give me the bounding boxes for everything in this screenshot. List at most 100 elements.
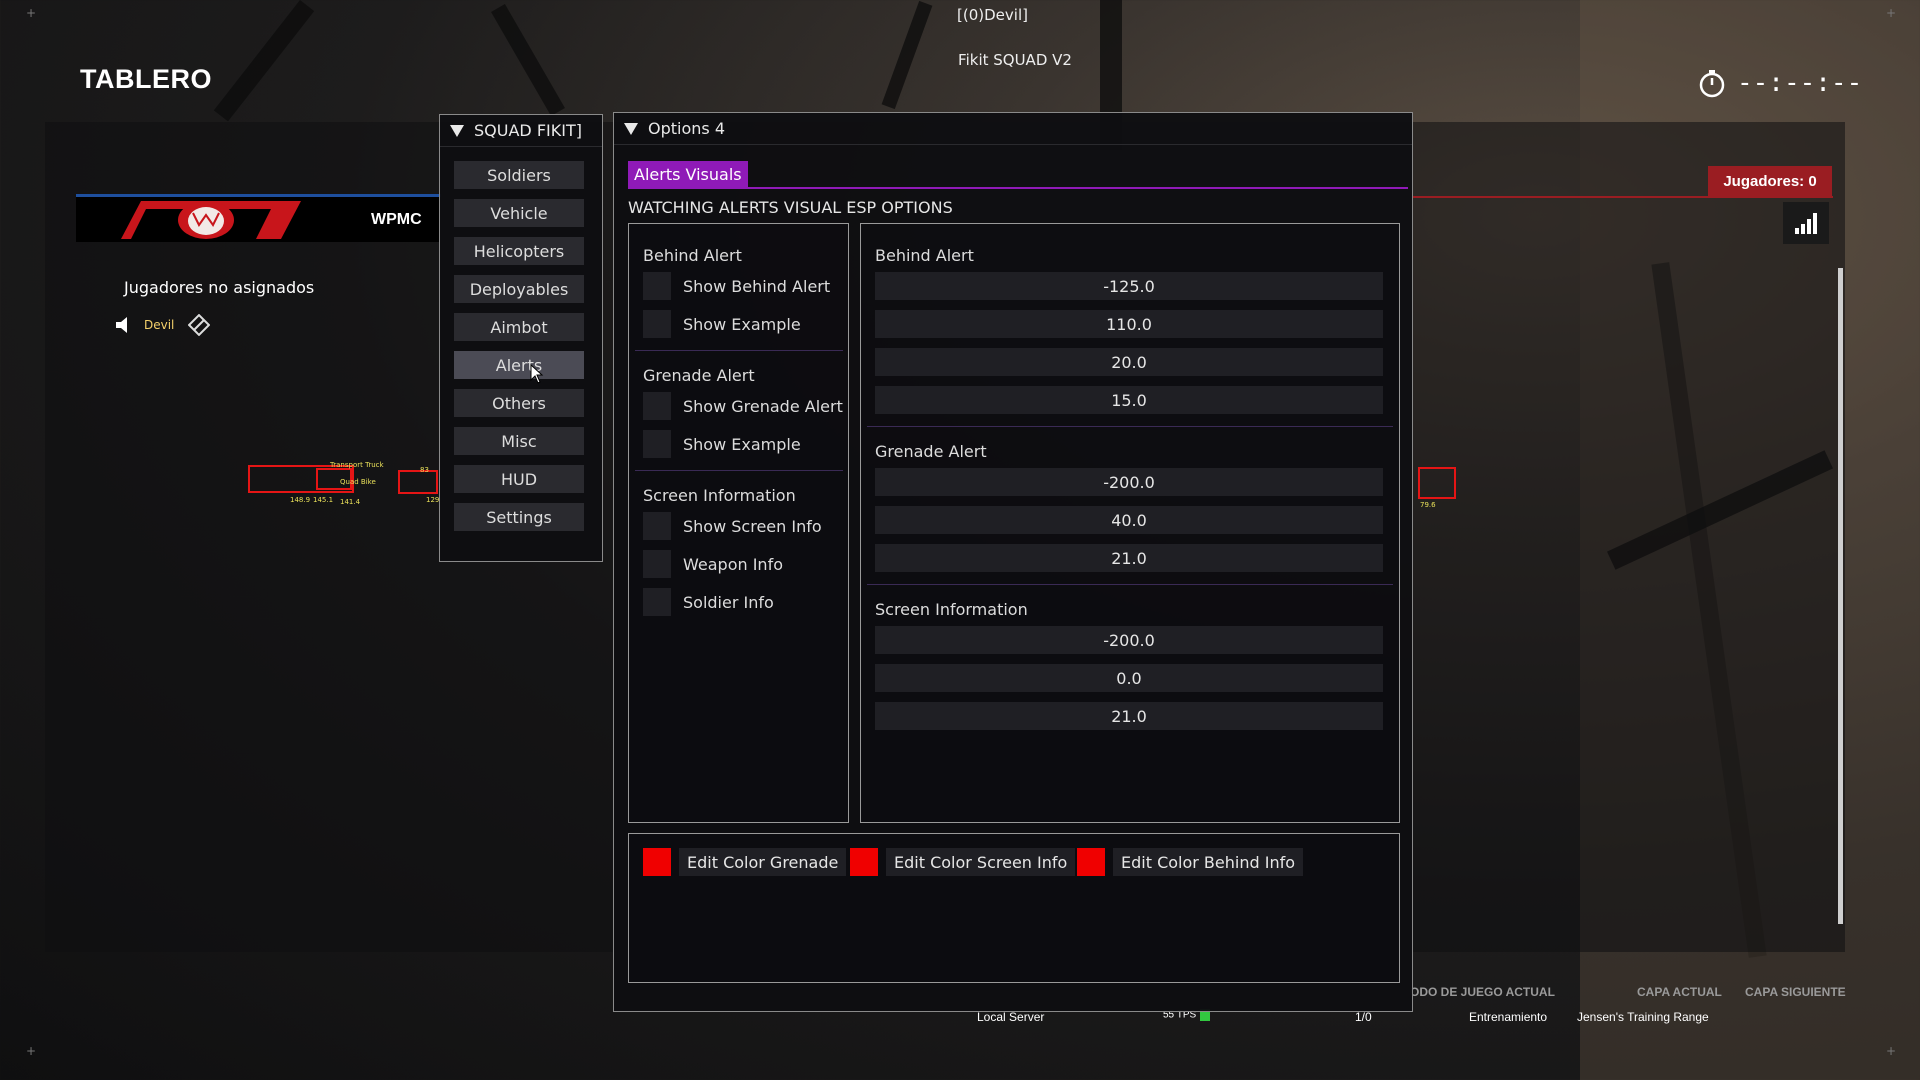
grenade-alert-value-field[interactable]: -200.0: [875, 468, 1383, 496]
player-ratio: 1/0: [1355, 1010, 1372, 1024]
checkbox-label: Show Behind Alert: [683, 276, 831, 296]
checkbox[interactable]: [643, 392, 671, 420]
round-timer: --:--:--: [1697, 68, 1862, 98]
options-window-title[interactable]: Options 4: [614, 113, 1412, 145]
nav-item-others[interactable]: Others: [454, 389, 584, 417]
options-title: Options 4: [648, 119, 725, 138]
layer-header: CAPA ACTUAL: [1637, 985, 1722, 999]
next-layer-header: CAPA SIGUIENTE: [1745, 985, 1846, 999]
scoreboard-title: TABLERO: [80, 64, 212, 94]
nav-item-settings[interactable]: Settings: [454, 503, 584, 531]
nav-item-soldiers[interactable]: Soldiers: [454, 161, 584, 189]
team-name: WPMC: [371, 211, 422, 228]
checkbox-label: Show Example: [683, 434, 801, 454]
unassigned-label: Jugadores no asignados: [124, 278, 315, 297]
edit-color-screen-info-button[interactable]: Edit Color Screen Info: [850, 848, 1076, 876]
nav-item-deployables[interactable]: Deployables: [454, 275, 584, 303]
show-behind-example-toggle[interactable]: Show Example: [643, 310, 801, 338]
show-grenade-alert-toggle[interactable]: Show Grenade Alert: [643, 392, 843, 420]
collapse-triangle-icon[interactable]: [450, 124, 464, 137]
weapon-info-toggle[interactable]: Weapon Info: [643, 550, 783, 578]
separator: [867, 584, 1393, 585]
scoreboard-scrollbar[interactable]: [1838, 268, 1843, 924]
options-window: Options 4 Alerts Visuals WATCHING ALERTS…: [613, 112, 1413, 1012]
show-grenade-example-toggle[interactable]: Show Example: [643, 430, 801, 458]
behind-alert-values-label: Behind Alert: [875, 246, 974, 265]
esp-label: 129: [426, 496, 440, 504]
checkbox[interactable]: [643, 588, 671, 616]
esp-label: 83: [420, 466, 429, 474]
esp-label: 141.4: [340, 498, 361, 506]
nav-item-alerts[interactable]: Alerts: [454, 351, 584, 379]
nav-item-hud[interactable]: HUD: [454, 465, 584, 493]
mode-value: Entrenamiento: [1469, 1010, 1548, 1024]
edit-color-grenade-button[interactable]: Edit Color Grenade: [643, 848, 847, 876]
players-count-badge: Jugadores: 0: [1708, 166, 1832, 196]
squad-fikit-window: SQUAD FIKIT] Soldiers Vehicle Helicopters D…: [439, 114, 603, 562]
cheat-title: Fikit SQUAD V2: [958, 51, 1072, 69]
signal-icon: [1783, 202, 1829, 244]
speaker-icon: [116, 317, 127, 333]
toggles-panel: Behind Alert Show Behind Alert Show Exam…: [628, 223, 849, 823]
color-panel: Edit Color Grenade Edit Color Screen Inf…: [628, 833, 1400, 983]
grenade-alert-label: Grenade Alert: [643, 366, 755, 385]
team-divider: [1413, 196, 1833, 198]
grenade-alert-value-field[interactable]: 40.0: [875, 506, 1383, 534]
screen-info-value-field[interactable]: 21.0: [875, 702, 1383, 730]
player-row[interactable]: Devil: [116, 314, 211, 336]
separator: [867, 426, 1393, 427]
esp-label: Transport Truck: [330, 461, 384, 469]
soldier-info-toggle[interactable]: Soldier Info: [643, 588, 774, 616]
color-swatch[interactable]: [643, 848, 671, 876]
layer-value: Jensen's Training Range: [1577, 1010, 1709, 1024]
color-swatch[interactable]: [850, 848, 878, 876]
nav-item-helicopters[interactable]: Helicopters: [454, 237, 584, 265]
checkbox[interactable]: [643, 550, 671, 578]
color-button-label[interactable]: Edit Color Grenade: [679, 848, 847, 876]
screen-info-value-field[interactable]: 0.0: [875, 664, 1383, 692]
checkbox[interactable]: [643, 272, 671, 300]
screen-info-label: Screen Information: [643, 486, 796, 505]
separator: [635, 350, 843, 351]
color-button-label[interactable]: Edit Color Screen Info: [886, 848, 1076, 876]
checkbox-label: Show Grenade Alert: [683, 396, 843, 416]
values-panel: Behind Alert -125.0 110.0 20.0 15.0 Gren…: [860, 223, 1400, 823]
tab-underline: [628, 187, 1408, 189]
esp-vehicle-box: [1418, 467, 1456, 499]
mouse-cursor-icon: [530, 364, 544, 384]
tab-alerts-visuals[interactable]: Alerts Visuals: [628, 161, 748, 188]
server-name: Local Server: [977, 1010, 1045, 1024]
nav-item-aimbot[interactable]: Aimbot: [454, 313, 584, 341]
team-banner: WPMC: [76, 194, 441, 242]
show-behind-alert-toggle[interactable]: Show Behind Alert: [643, 272, 830, 300]
nav-item-misc[interactable]: Misc: [454, 427, 584, 455]
collapse-triangle-icon[interactable]: [624, 122, 638, 135]
checkbox-label: Show Screen Info: [683, 516, 822, 536]
color-button-label[interactable]: Edit Color Behind Info: [1113, 848, 1303, 876]
player-tag: [(0)Devil]: [957, 6, 1028, 24]
esp-vehicle-box: [398, 470, 438, 494]
esp-label: 145.1: [313, 496, 334, 504]
corner-mark: +: [1886, 1044, 1897, 1058]
screen-info-values-label: Screen Information: [875, 600, 1028, 619]
faction-logo-icon: [121, 201, 301, 239]
checkbox[interactable]: [643, 512, 671, 540]
behind-alert-value-field[interactable]: 15.0: [875, 386, 1383, 414]
behind-alert-value-field[interactable]: 20.0: [875, 348, 1383, 376]
color-swatch[interactable]: [1077, 848, 1105, 876]
checkbox[interactable]: [643, 430, 671, 458]
grenade-alert-value-field[interactable]: 21.0: [875, 544, 1383, 572]
esp-label: Quad Bike: [340, 478, 376, 486]
behind-alert-value-field[interactable]: 110.0: [875, 310, 1383, 338]
edit-color-behind-info-button[interactable]: Edit Color Behind Info: [1077, 848, 1303, 876]
nav-title: SQUAD FIKIT]: [474, 121, 582, 140]
stopwatch-icon: [1699, 70, 1725, 98]
checkbox-label: Show Example: [683, 314, 801, 334]
nav-window-title[interactable]: SQUAD FIKIT]: [440, 115, 602, 147]
behind-alert-value-field[interactable]: -125.0: [875, 272, 1383, 300]
show-screen-info-toggle[interactable]: Show Screen Info: [643, 512, 822, 540]
role-icon: [188, 314, 211, 336]
nav-item-vehicle[interactable]: Vehicle: [454, 199, 584, 227]
screen-info-value-field[interactable]: -200.0: [875, 626, 1383, 654]
checkbox[interactable]: [643, 310, 671, 338]
